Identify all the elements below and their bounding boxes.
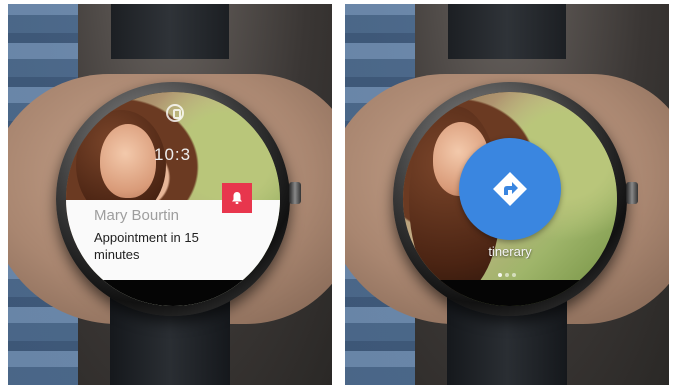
watch-crown <box>289 182 301 204</box>
watch-time: 10:3 <box>154 145 192 164</box>
page-dot-active <box>498 273 502 277</box>
page-dot <box>505 273 509 277</box>
watch-screen[interactable]: 10:3 Mary Bourtin Appointment in 15 minu… <box>66 92 280 306</box>
page-dot <box>512 273 516 277</box>
screen-flat-tire <box>66 280 280 306</box>
contact-face <box>100 124 156 198</box>
watch-screen[interactable]: tinerary <box>403 92 617 306</box>
bell-icon <box>232 192 242 204</box>
notification-message: Appointment in 15 minutes <box>94 230 199 262</box>
directions-action-button[interactable] <box>459 138 561 240</box>
navigation-directions-icon <box>493 172 527 206</box>
screen-flat-tire <box>403 280 617 306</box>
watch-photo-action: tinerary <box>345 4 669 385</box>
watch-strap-top <box>111 4 229 59</box>
page-indicator <box>498 264 519 277</box>
watch-photo-notification: 10:3 Mary Bourtin Appointment in 15 minu… <box>8 4 332 385</box>
status-icon <box>166 104 184 122</box>
notification-sender: Mary Bourtin <box>94 207 180 224</box>
watch-crown <box>626 182 638 204</box>
alarm-bell-icon[interactable] <box>222 183 252 213</box>
action-label: tinerary <box>488 244 532 259</box>
watch-strap-top <box>448 4 566 59</box>
